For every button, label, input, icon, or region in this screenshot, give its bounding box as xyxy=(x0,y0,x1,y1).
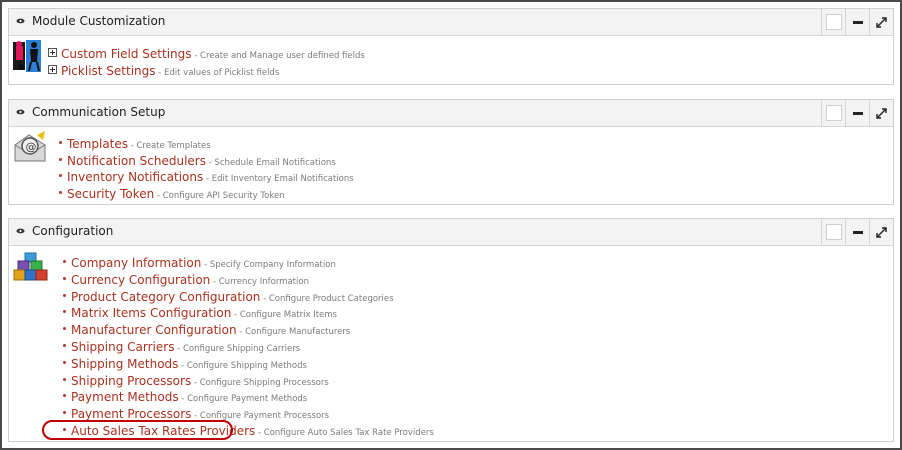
panel-module-customization: Module Customization Custom Field Settin… xyxy=(8,8,894,85)
item-description: Edit values of Picklist fields xyxy=(156,68,280,78)
list-item[interactable]: Payment MethodsConfigure Payment Methods xyxy=(63,387,307,404)
panel-title: Configuration xyxy=(32,224,114,238)
expand-plus-icon[interactable] xyxy=(48,48,57,57)
bullet-icon xyxy=(63,327,66,330)
manufacturer-configuration-link[interactable]: Manufacturer Configuration xyxy=(71,323,237,337)
list-item[interactable]: Shipping ProcessorsConfigure Shipping Pr… xyxy=(63,371,329,388)
expand-icon xyxy=(876,107,887,119)
shipping-processors-link[interactable]: Shipping Processors xyxy=(71,374,191,388)
list-item[interactable]: Shipping MethodsConfigure Shipping Metho… xyxy=(63,354,307,371)
list-item[interactable]: Product Category ConfigurationConfigure … xyxy=(63,287,394,304)
panel-header: Communication Setup xyxy=(9,100,893,127)
list-item[interactable]: Security TokenConfigure API Security Tok… xyxy=(59,184,285,201)
matrix-items-configuration-link[interactable]: Matrix Items Configuration xyxy=(71,306,231,320)
panel-title: Communication Setup xyxy=(32,105,166,119)
expand-button[interactable] xyxy=(869,9,893,35)
panel-title: Module Customization xyxy=(32,14,166,28)
bullet-icon xyxy=(59,158,62,161)
minus-icon xyxy=(852,20,863,24)
item-description: Configure Payment Methods xyxy=(179,394,308,404)
panel-header: Module Customization xyxy=(9,9,893,36)
list-item[interactable]: TemplatesCreate Templates xyxy=(59,134,211,151)
item-description: Configure Manufacturers xyxy=(237,327,351,337)
currency-configuration-link[interactable]: Currency Configuration xyxy=(71,273,210,287)
picklist-settings-link[interactable]: Picklist Settings xyxy=(61,64,156,78)
minus-icon xyxy=(852,111,863,115)
bullet-icon xyxy=(59,141,62,144)
bullet-icon xyxy=(63,378,66,381)
bullet-icon xyxy=(63,310,66,313)
list-item[interactable]: Payment ProcessorsConfigure Payment Proc… xyxy=(63,404,329,421)
custom-field-settings-link[interactable]: Custom Field Settings xyxy=(61,47,192,61)
item-description: Create Templates xyxy=(128,141,211,151)
eye-icon[interactable] xyxy=(16,18,25,24)
eye-icon[interactable] xyxy=(16,228,25,234)
bullet-icon xyxy=(63,277,66,280)
minus-icon xyxy=(852,230,863,234)
item-description: Configure API Security Token xyxy=(154,191,284,201)
list-item[interactable]: Manufacturer ConfigurationConfigure Manu… xyxy=(63,320,350,337)
panel-header: Configuration xyxy=(9,219,893,246)
inventory-notifications-link[interactable]: Inventory Notifications xyxy=(67,170,203,184)
email-icon: @ xyxy=(14,131,46,162)
notification-schedulers-link[interactable]: Notification Schedulers xyxy=(67,154,206,168)
expand-icon xyxy=(876,16,887,28)
minimize-button[interactable] xyxy=(845,100,869,126)
item-description: Specify Company Information xyxy=(201,260,335,270)
bullet-icon xyxy=(63,344,66,347)
list-item[interactable]: Inventory NotificationsEdit Inventory Em… xyxy=(59,167,354,184)
list-item[interactable]: Matrix Items ConfigurationConfigure Matr… xyxy=(63,303,337,320)
list-item[interactable]: Picklist SettingsEdit values of Picklist… xyxy=(48,61,279,78)
item-description: Configure Shipping Methods xyxy=(178,361,306,371)
eye-icon[interactable] xyxy=(16,109,25,115)
item-description: Edit Inventory Email Notifications xyxy=(203,174,353,184)
payment-methods-link[interactable]: Payment Methods xyxy=(71,390,179,404)
select-checkbox[interactable] xyxy=(821,100,845,126)
expand-icon xyxy=(876,226,887,238)
expand-button[interactable] xyxy=(869,219,893,245)
list-item[interactable]: Shipping CarriersConfigure Shipping Carr… xyxy=(63,337,300,354)
bullet-icon xyxy=(63,294,66,297)
bullet-icon xyxy=(59,174,62,177)
list-item[interactable]: Company InformationSpecify Company Infor… xyxy=(63,253,336,270)
bullet-icon xyxy=(63,260,66,263)
expand-plus-icon[interactable] xyxy=(48,65,57,74)
company-information-link[interactable]: Company Information xyxy=(71,256,201,270)
list-item[interactable]: Currency ConfigurationCurrency Informati… xyxy=(63,270,309,287)
list-item[interactable]: Notification SchedulersSchedule Email No… xyxy=(59,151,336,168)
minimize-button[interactable] xyxy=(845,9,869,35)
item-description: Configure Auto Sales Tax Rate Providers xyxy=(255,428,434,438)
highlight-annotation xyxy=(42,420,233,440)
panel-configuration: Configuration Company InformationSpecify… xyxy=(8,218,894,442)
shipping-carriers-link[interactable]: Shipping Carriers xyxy=(71,340,174,354)
panel-communication-setup: Communication Setup @ TemplatesCreate Te… xyxy=(8,99,894,205)
item-description: Configure Matrix Items xyxy=(231,310,337,320)
list-item[interactable]: Custom Field SettingsCreate and Manage u… xyxy=(48,44,365,61)
bullet-icon xyxy=(63,411,66,414)
svg-text:@: @ xyxy=(26,141,37,154)
people-icon xyxy=(13,40,41,72)
bullet-icon xyxy=(63,361,66,364)
item-description: Configure Shipping Carriers xyxy=(174,344,300,354)
item-description: Create and Manage user defined fields xyxy=(192,51,365,61)
payment-processors-link[interactable]: Payment Processors xyxy=(71,407,191,421)
expand-button[interactable] xyxy=(869,100,893,126)
templates-link[interactable]: Templates xyxy=(67,137,128,151)
select-checkbox[interactable] xyxy=(821,219,845,245)
security-token-link[interactable]: Security Token xyxy=(67,187,154,201)
bullet-icon xyxy=(59,191,62,194)
minimize-button[interactable] xyxy=(845,219,869,245)
shipping-methods-link[interactable]: Shipping Methods xyxy=(71,357,178,371)
item-description: Currency Information xyxy=(210,277,309,287)
boxes-icon xyxy=(13,252,48,281)
bullet-icon xyxy=(63,394,66,397)
select-checkbox[interactable] xyxy=(821,9,845,35)
product-category-configuration-link[interactable]: Product Category Configuration xyxy=(71,290,260,304)
